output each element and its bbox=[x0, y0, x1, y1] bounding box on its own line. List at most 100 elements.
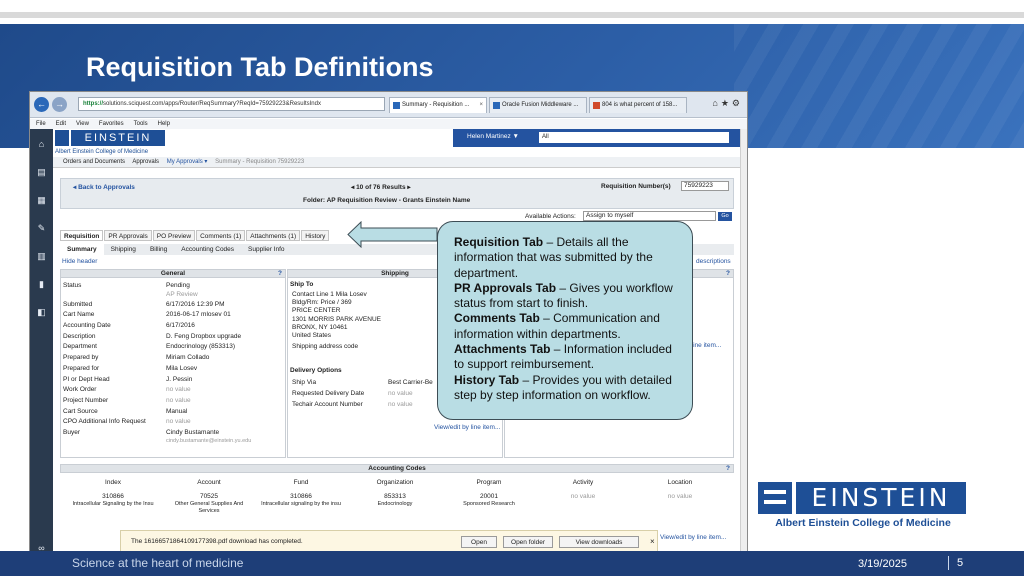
results-pager[interactable]: ◂ 10 of 76 Results ▸ bbox=[351, 183, 411, 191]
edit-icon[interactable]: ✎ bbox=[36, 223, 47, 233]
subtab-supplier-info[interactable]: Supplier Info bbox=[241, 244, 292, 255]
back-arrow-icon[interactable]: ← bbox=[34, 97, 49, 112]
menu-help[interactable]: Help bbox=[158, 121, 170, 127]
attachments-tab-term: Attachments Tab bbox=[454, 342, 551, 357]
available-actions-select[interactable]: Assign to myself bbox=[583, 211, 716, 221]
req-number-select[interactable]: 75929223 bbox=[681, 181, 729, 191]
breadcrumb-orders[interactable]: Orders and Documents bbox=[63, 159, 125, 165]
app-logo: EINSTEIN bbox=[55, 130, 165, 146]
field-label: Accounting Date bbox=[63, 322, 111, 330]
cell-code: 310866 bbox=[290, 493, 312, 500]
field-value: no value bbox=[166, 396, 191, 404]
col-program: Program bbox=[476, 479, 502, 486]
settings-gear-icon[interactable]: ⚙ bbox=[732, 98, 743, 108]
favorites-star-icon[interactable]: ★ bbox=[721, 98, 732, 108]
view-downloads-button[interactable]: View downloads bbox=[559, 536, 639, 548]
view-edit-link[interactable]: View/edit by line item... bbox=[434, 424, 500, 431]
tab-comments[interactable]: Comments (1) bbox=[196, 230, 246, 241]
help-icon[interactable]: ? bbox=[726, 465, 730, 473]
field-value: no value bbox=[166, 418, 191, 426]
field-label: Description bbox=[63, 332, 96, 340]
buyer-email: cindy.bustamante@einstein.yu.edu bbox=[166, 437, 252, 444]
cell-desc: Intracellular Signaling by the Insu bbox=[72, 501, 154, 507]
delivery-value: no value bbox=[388, 390, 413, 397]
col-fund: Fund bbox=[293, 479, 309, 486]
field-value: Mila Losev bbox=[166, 364, 198, 372]
close-icon[interactable]: × bbox=[650, 537, 655, 546]
documents-icon[interactable]: ▦ bbox=[36, 195, 47, 205]
delivery-values: Best Carrier-Be no value no value bbox=[388, 377, 433, 410]
cell-desc: Other General Supplies And Services bbox=[174, 501, 244, 514]
field-label: Prepared by bbox=[63, 354, 99, 362]
chart-icon[interactable]: ▮ bbox=[36, 279, 47, 289]
app-sidebar: ⌂ ▤ ▦ ✎ ▥ ▮ ◧ ∞ bbox=[30, 129, 53, 551]
menu-file[interactable]: File bbox=[36, 121, 46, 127]
home-icon[interactable]: ⌂ bbox=[712, 98, 720, 108]
address-bar[interactable]: https://solutions.sciquest.com/apps/Rout… bbox=[78, 97, 385, 111]
cell-desc: Sponsored Research bbox=[463, 501, 515, 507]
descriptions-link[interactable]: descriptions bbox=[696, 258, 731, 265]
search-scope-select[interactable]: All bbox=[539, 132, 729, 143]
subtab-shipping[interactable]: Shipping bbox=[104, 244, 143, 255]
browser-tab-oracle[interactable]: Oracle Fusion Middleware ... bbox=[489, 97, 587, 113]
address-line: PRICE CENTER bbox=[292, 307, 341, 315]
accounting-title: Accounting Codes bbox=[368, 465, 426, 472]
bank-icon[interactable]: ▥ bbox=[36, 251, 47, 261]
address-line: United States bbox=[292, 332, 332, 340]
address-line: 1301 MORRIS PARK AVENUE bbox=[292, 315, 381, 323]
go-button[interactable]: Go bbox=[718, 212, 732, 221]
menu-view[interactable]: View bbox=[76, 121, 89, 127]
general-title: General bbox=[160, 270, 186, 277]
browser-icons: ⌂★⚙ bbox=[712, 98, 743, 109]
col-account: Account bbox=[197, 479, 221, 486]
tab-attachments[interactable]: Attachments (1) bbox=[246, 230, 301, 241]
help-icon[interactable]: ? bbox=[726, 270, 730, 278]
history-tab-term: History Tab bbox=[454, 372, 520, 387]
tab-label: Summary - Requisition ... bbox=[402, 102, 470, 108]
menu-favorites[interactable]: Favorites bbox=[99, 121, 124, 127]
cart-icon[interactable]: ▤ bbox=[36, 167, 47, 177]
breadcrumb-my-approvals[interactable]: My Approvals ▾ bbox=[167, 159, 208, 165]
delivery-labels: Ship Via Requested Delivery Date Techair… bbox=[292, 377, 364, 410]
tab-history[interactable]: History bbox=[301, 230, 330, 241]
footer-tagline: Science at the heart of medicine bbox=[72, 556, 244, 570]
folder-label: Folder: AP Requisition Review - Grants E… bbox=[303, 197, 471, 204]
app-header: EINSTEIN Helen Martinez ▼ All bbox=[53, 129, 747, 147]
activity-cell: no value bbox=[570, 493, 596, 500]
browser-tab-summary[interactable]: Summary - Requisition ... × bbox=[389, 97, 487, 113]
delivery-label: Requested Delivery Date bbox=[292, 390, 365, 397]
close-tab-icon[interactable]: × bbox=[479, 98, 483, 113]
tab-po-preview[interactable]: PO Preview bbox=[152, 230, 196, 241]
field-label: Prepared for bbox=[63, 364, 100, 372]
pointer-arrow bbox=[347, 221, 438, 248]
subtab-billing[interactable]: Billing bbox=[143, 244, 174, 255]
url-scheme: https:// bbox=[83, 101, 103, 107]
user-menu[interactable]: Helen Martinez ▼ bbox=[467, 133, 519, 140]
forward-arrow-icon[interactable]: → bbox=[52, 97, 67, 112]
help-icon[interactable]: ? bbox=[278, 270, 282, 278]
tab-requisition[interactable]: Requisition bbox=[60, 230, 104, 241]
browser-tab-percent[interactable]: 804 is what percent of 158... bbox=[589, 97, 687, 113]
cell-code: 310866 bbox=[102, 493, 124, 500]
menu-edit[interactable]: Edit bbox=[56, 121, 66, 127]
breadcrumb-approvals[interactable]: Approvals bbox=[132, 159, 159, 165]
open-folder-button[interactable]: Open folder bbox=[503, 536, 553, 548]
hide-header-link[interactable]: Hide header bbox=[62, 258, 97, 265]
cell-desc: Endocrinology bbox=[377, 501, 413, 507]
back-to-approvals-link[interactable]: ◂ Back to Approvals bbox=[73, 183, 135, 191]
tab-pr-approvals[interactable]: PR Approvals bbox=[104, 230, 152, 241]
menu-bar: File Edit View Favorites Tools Help bbox=[30, 119, 747, 129]
inbox-icon[interactable]: ◧ bbox=[36, 307, 47, 317]
ship-to-label: Ship To bbox=[290, 281, 314, 288]
menu-tools[interactable]: Tools bbox=[134, 121, 148, 127]
subtab-accounting-codes[interactable]: Accounting Codes bbox=[174, 244, 241, 255]
view-edit-link[interactable]: View/edit by line item... bbox=[660, 534, 726, 541]
scrollbar[interactable] bbox=[740, 129, 747, 551]
open-button[interactable]: Open bbox=[461, 536, 497, 548]
home-icon[interactable]: ⌂ bbox=[36, 139, 47, 149]
comments-tab-term: Comments Tab bbox=[454, 311, 540, 326]
field-label: Work Order bbox=[63, 386, 97, 394]
subtab-summary[interactable]: Summary bbox=[60, 244, 104, 255]
index-cell: 310866 Intracellular Signaling by the Ins… bbox=[68, 493, 158, 507]
requisition-tab-term: Requisition Tab bbox=[454, 235, 544, 249]
